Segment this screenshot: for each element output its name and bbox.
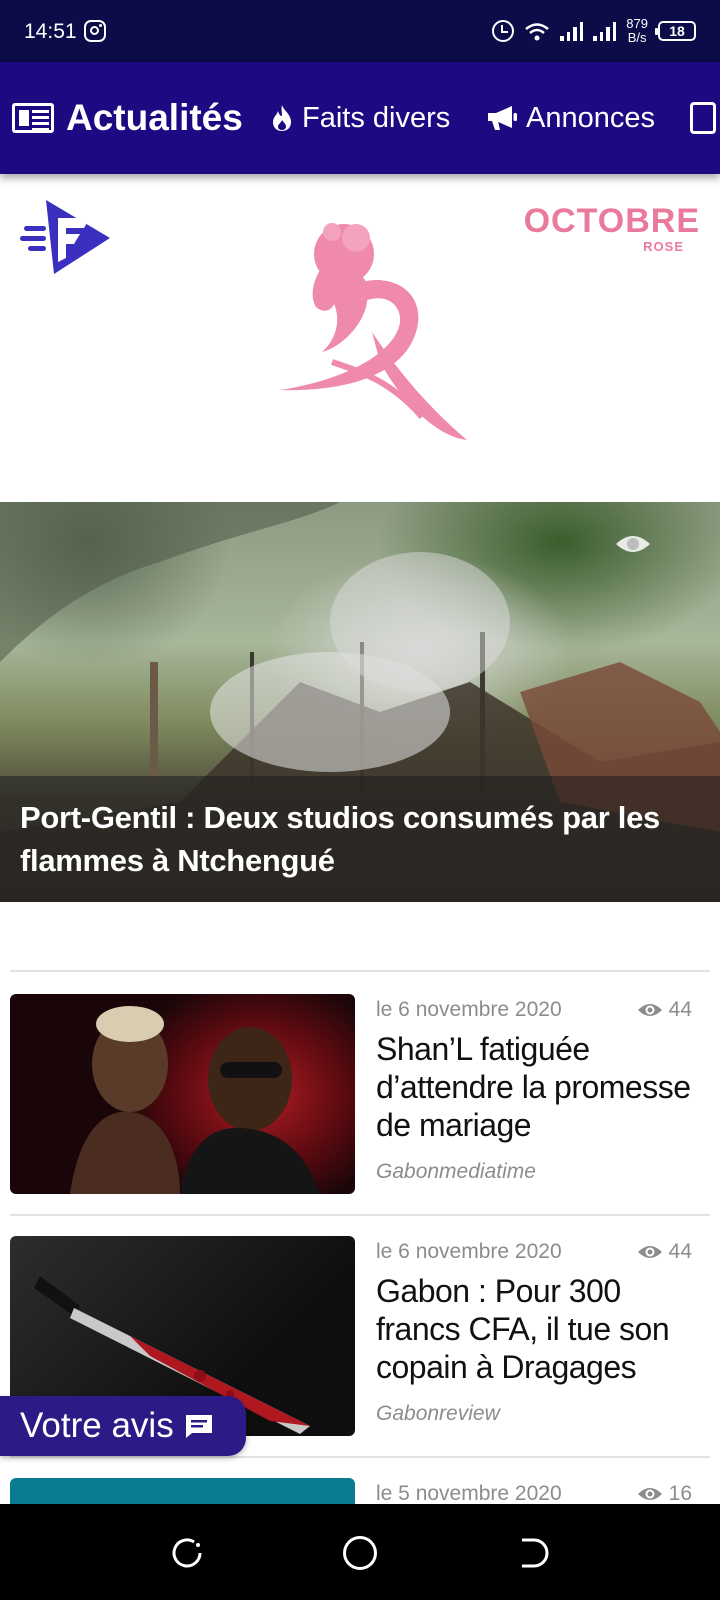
app-logo	[20, 200, 110, 274]
signal-icon-2	[593, 21, 617, 41]
tab-annonces[interactable]: Annonces	[486, 62, 655, 174]
tab-label: Faits divers	[302, 101, 451, 134]
network-speed-unit: B/s	[627, 30, 647, 45]
news-item[interactable]: le 6 novembre 2020 44 Shan’L fatiguée d’…	[0, 994, 720, 1216]
news-views: 44	[637, 1240, 692, 1264]
status-bar: 14:51 879 B/s 18	[0, 0, 720, 62]
battery-level: 18	[669, 23, 685, 39]
featured-article[interactable]: Port-Gentil : Deux studios consumés par …	[0, 502, 720, 902]
battery-icon: 18	[655, 21, 696, 41]
news-date: le 5 novembre 2020	[376, 1482, 562, 1504]
pink-ribbon-woman-illustration	[280, 223, 467, 440]
news-views: 16	[637, 1482, 692, 1504]
divider	[10, 1214, 710, 1216]
back-button[interactable]	[516, 1536, 550, 1570]
divider	[10, 970, 710, 972]
status-icons: 879 B/s 18	[492, 14, 696, 48]
network-speed-value: 879	[626, 16, 648, 31]
featured-caption: Port-Gentil : Deux studios consumés par …	[0, 776, 720, 902]
signal-icon	[560, 21, 584, 41]
instagram-icon	[84, 20, 106, 42]
tab-label: Actualités	[66, 97, 243, 138]
home-button[interactable]	[343, 1536, 377, 1570]
news-thumbnail	[10, 994, 355, 1194]
tab-label: Annonces	[526, 101, 655, 134]
octobre-word: OCTOBRE	[523, 202, 700, 240]
views-count: 16	[668, 1482, 692, 1504]
divider	[10, 1456, 710, 1458]
tab-faits-divers[interactable]: Faits divers	[270, 62, 450, 174]
news-thumbnail	[10, 1478, 355, 1504]
wifi-icon	[525, 23, 550, 41]
eye-icon	[637, 1004, 662, 1016]
category-tabs: Actualités Faits divers Annonces	[0, 62, 720, 174]
featured-title: Port-Gentil : Deux studios consumés par …	[20, 800, 660, 878]
network-speed: 879 B/s	[626, 17, 648, 45]
newspaper-icon	[12, 103, 54, 133]
ad-banner[interactable]: OCTOBRE ROSE	[0, 174, 720, 502]
fire-icon	[273, 105, 291, 131]
news-source: Gabonmediatime	[376, 1160, 536, 1183]
views-eye-icon	[616, 536, 650, 552]
device-icon	[690, 102, 716, 134]
news-title: Shan’L fatiguée d’attendre la promesse d…	[376, 1031, 691, 1143]
news-title: Gabon : Pour 300 francs CFA, il tue son …	[376, 1273, 670, 1385]
rose-word: ROSE	[643, 239, 684, 254]
views-count: 44	[668, 1240, 692, 1263]
octobre-rose-logo: OCTOBRE ROSE	[524, 202, 700, 254]
status-time: 14:51	[24, 20, 77, 43]
news-source: Gabonreview	[376, 1402, 500, 1425]
alarm-icon	[492, 20, 515, 42]
news-views: 44	[637, 998, 692, 1022]
recent-apps-button[interactable]	[170, 1536, 204, 1570]
system-navigation-bar	[0, 1504, 720, 1600]
news-item[interactable]: le 5 novembre 2020 16	[0, 1478, 720, 1504]
eye-icon	[637, 1488, 662, 1500]
tab-next-partial[interactable]	[690, 62, 716, 174]
news-date: le 6 novembre 2020	[376, 1240, 562, 1263]
feedback-label: Votre avis	[20, 1406, 174, 1445]
views-count: 44	[668, 998, 692, 1021]
tab-actualites[interactable]: Actualités	[12, 62, 243, 174]
feedback-button[interactable]: Votre avis	[0, 1396, 246, 1456]
couple-photo	[70, 1006, 320, 1194]
news-date: le 6 novembre 2020	[376, 998, 562, 1021]
comment-icon	[185, 1415, 212, 1438]
megaphone-icon	[488, 106, 517, 130]
eye-icon	[637, 1246, 662, 1258]
